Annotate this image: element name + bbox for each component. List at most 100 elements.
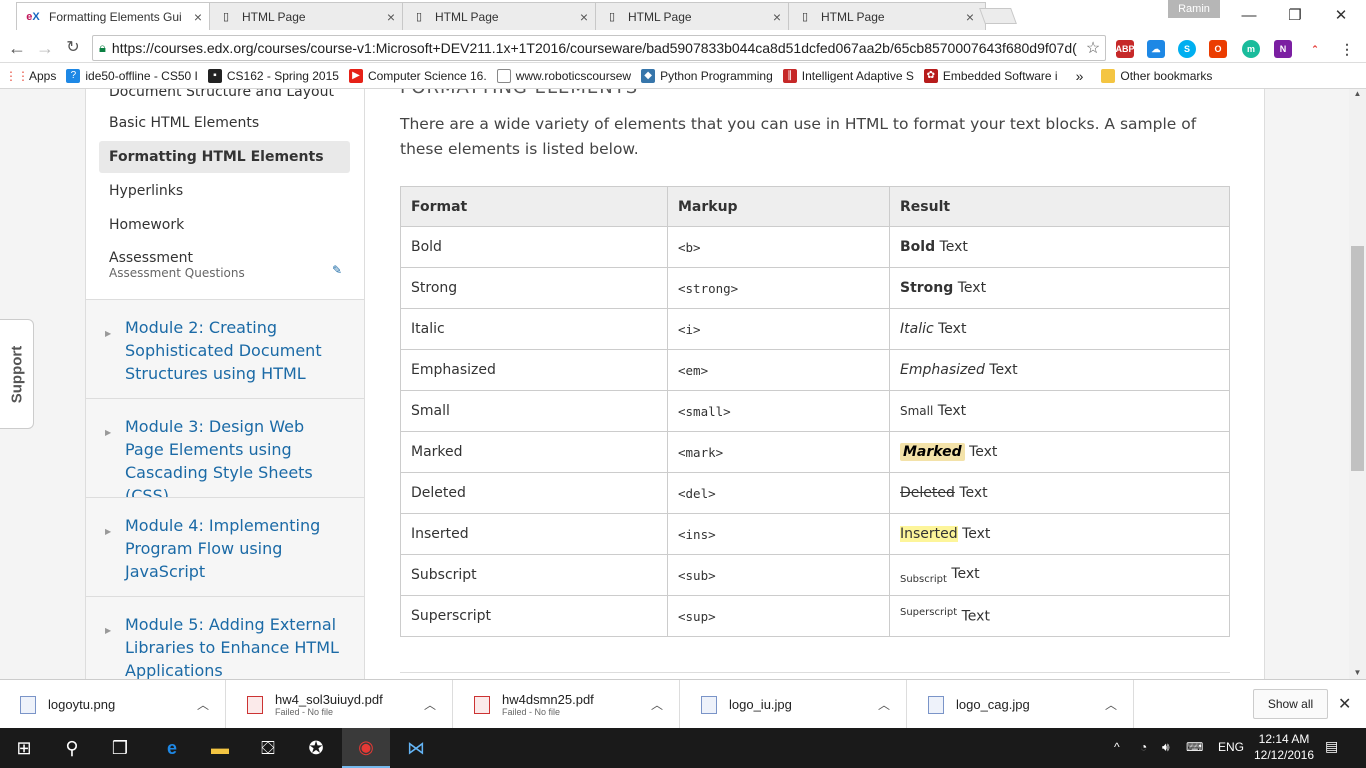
bookmarks-overflow[interactable]: »	[1076, 68, 1084, 84]
result-sample: Marked	[900, 443, 965, 461]
sidebar-item-formatting[interactable]: Formatting HTML Elements	[99, 141, 350, 173]
sidebar-item-homework[interactable]: Homework	[99, 209, 350, 241]
extension-icon[interactable]: ⌃	[1306, 40, 1324, 58]
sidebar-item-label: Document Structure and Layout	[109, 89, 334, 100]
result-cell: Emphasized Text	[889, 349, 1230, 391]
tab-label: HTML Page	[242, 9, 306, 24]
volume-icon[interactable]: 🔊︎	[1162, 740, 1170, 755]
bookmark-intelligent[interactable]: ∥ Intelligent Adaptive S	[782, 68, 914, 83]
minimize-icon[interactable]: —	[1226, 0, 1272, 30]
app-icon[interactable]: ✪	[292, 728, 340, 768]
notifications-icon[interactable]: ▤	[1325, 738, 1338, 755]
tab-formatting-elements[interactable]: eX Formatting Elements Gui ×	[16, 2, 214, 30]
vscode-icon[interactable]: ⋈	[392, 728, 440, 768]
result-cell: Superscript Text	[889, 595, 1230, 637]
keyboard-icon[interactable]: ⌨	[1186, 740, 1203, 754]
url-text[interactable]: https://courses.edx.org/courses/course-v…	[112, 40, 1081, 56]
search-icon[interactable]: ⚲	[48, 728, 96, 768]
sidebar-item-hyperlinks[interactable]: Hyperlinks	[99, 175, 350, 207]
result-sample: Bold	[900, 239, 936, 255]
page-scrollbar[interactable]: ▲ ▼	[1349, 89, 1366, 679]
onenote-icon[interactable]: N	[1274, 40, 1292, 58]
result-sample: Emphasized	[900, 362, 985, 378]
edge-icon[interactable]: e	[148, 728, 196, 768]
back-icon[interactable]: ←	[6, 38, 28, 58]
bookmark-embedded[interactable]: ✿ Embedded Software i	[923, 68, 1058, 83]
result-sample: Italic	[900, 321, 934, 337]
download-item[interactable]: logo_iu.jpg ︿	[681, 680, 907, 729]
reload-icon[interactable]: ↻	[62, 38, 84, 58]
support-tab[interactable]: Support	[0, 319, 34, 429]
table-row: Marked <mark> Marked Text	[400, 431, 1230, 473]
module-5[interactable]: ▶ Module 5: Adding External Libraries to…	[86, 596, 364, 679]
chevron-up-icon[interactable]: ^	[1114, 740, 1120, 754]
close-icon[interactable]: ✕	[1338, 694, 1351, 714]
close-icon[interactable]: ×	[384, 9, 398, 25]
bookmark-ide50[interactable]: ? ide50-offline - CS50 I	[66, 68, 198, 83]
column-header: Format	[400, 186, 668, 227]
bookmark-python[interactable]: ◆ Python Programming	[641, 68, 773, 83]
tab-html-page[interactable]: ▯ HTML Page ×	[595, 2, 793, 30]
bookmark-robotics[interactable]: www.roboticscoursew	[496, 68, 631, 83]
system-clock[interactable]: 12:14 AM 12/12/2016	[1244, 731, 1324, 763]
sidebar-item-sublabel: Assessment Questions	[109, 266, 245, 280]
download-item[interactable]: logoytu.png ︿	[0, 680, 226, 729]
language-indicator[interactable]: ENG	[1218, 740, 1244, 754]
bookmark-apps[interactable]: ⋮⋮ Apps	[10, 69, 56, 83]
bookmark-cs[interactable]: ▶ Computer Science 16.	[348, 68, 487, 83]
restore-icon[interactable]: ❐	[1272, 0, 1318, 30]
cloud-icon[interactable]: ☁	[1147, 40, 1165, 58]
bookmark-favicon: ?	[66, 68, 81, 83]
module-4[interactable]: ▶ Module 4: Implementing Program Flow us…	[86, 497, 364, 597]
sidebar-item-assessment[interactable]: Assessment Assessment Questions ✎	[99, 243, 350, 287]
new-tab-button[interactable]	[979, 8, 1017, 24]
office-icon[interactable]: O	[1209, 40, 1227, 58]
profile-button[interactable]: Ramin	[1168, 0, 1220, 18]
scroll-up-icon[interactable]: ▲	[1349, 89, 1366, 98]
tab-html-page[interactable]: ▯ HTML Page ×	[209, 2, 407, 30]
show-all-button[interactable]: Show all	[1253, 689, 1328, 719]
tab-html-page[interactable]: ▯ HTML Page ×	[402, 2, 600, 30]
chevron-up-icon[interactable]: ︿	[1105, 696, 1117, 713]
module-3[interactable]: ▶ Module 3: Design Web Page Elements usi…	[86, 398, 364, 505]
table-row: Italic <i> Italic Text	[400, 308, 1230, 350]
close-window-icon[interactable]: ✕	[1318, 0, 1364, 30]
windows-start-icon[interactable]: ⊞	[0, 728, 48, 768]
chevron-up-icon[interactable]: ︿	[878, 696, 890, 713]
chevron-right-icon: ▶	[105, 428, 112, 437]
scrollbar-thumb[interactable]	[1351, 246, 1364, 471]
menu-icon[interactable]: ⋮	[1338, 40, 1356, 58]
adblock-icon[interactable]: ABP	[1116, 40, 1135, 58]
close-icon[interactable]: ×	[770, 9, 784, 25]
file-explorer-icon[interactable]: ▬	[196, 728, 244, 768]
clock-date: 12/12/2016	[1253, 748, 1315, 762]
chevron-up-icon[interactable]: ︿	[651, 696, 663, 713]
skype-icon[interactable]: S	[1178, 40, 1196, 58]
chevron-up-icon[interactable]: ︿	[197, 696, 209, 713]
store-icon[interactable]: ⛋	[244, 728, 292, 768]
chrome-icon[interactable]: ◉	[342, 728, 390, 768]
sidebar-item-document-structure[interactable]: Document Structure and Layout	[99, 89, 350, 108]
close-icon[interactable]: ×	[963, 9, 977, 25]
edit-icon[interactable]: ✎	[332, 263, 342, 277]
forward-icon[interactable]: →	[34, 38, 56, 58]
download-item[interactable]: logo_cag.jpg ︿	[908, 680, 1134, 729]
format-cell: Subscript	[400, 554, 668, 596]
download-item[interactable]: hw4dsmn25.pdf Failed - No file ︿	[454, 680, 680, 729]
chevron-up-icon[interactable]: ︿	[424, 696, 436, 713]
close-icon[interactable]: ×	[577, 9, 591, 25]
address-bar[interactable]: 🔒︎ https://courses.edx.org/courses/cours…	[92, 35, 1106, 61]
mixmax-icon[interactable]: m	[1242, 40, 1260, 58]
chevron-right-icon: ▶	[105, 329, 112, 338]
other-bookmarks[interactable]: Other bookmarks	[1101, 68, 1212, 83]
download-item[interactable]: hw4_sol3uiuyd.pdf Failed - No file ︿	[227, 680, 453, 729]
module-2[interactable]: ▶ Module 2: Creating Sophisticated Docum…	[86, 299, 364, 399]
network-icon[interactable]: ◔	[1140, 740, 1147, 754]
sidebar-item-basic-html[interactable]: Basic HTML Elements	[99, 107, 350, 139]
task-view-icon[interactable]: ❒	[96, 728, 144, 768]
scroll-down-icon[interactable]: ▼	[1349, 668, 1366, 677]
tab-html-page[interactable]: ▯ HTML Page ×	[788, 2, 986, 30]
close-icon[interactable]: ×	[191, 9, 205, 25]
star-icon[interactable]: ☆	[1081, 38, 1105, 58]
bookmark-cs162[interactable]: ▪ CS162 - Spring 2015	[207, 68, 339, 83]
